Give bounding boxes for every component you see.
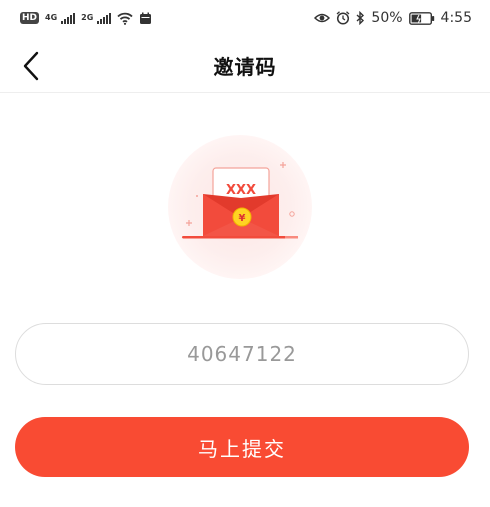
wifi-icon xyxy=(117,12,133,25)
coin-symbol: ¥ xyxy=(239,213,246,224)
invite-code-field[interactable] xyxy=(15,323,469,385)
red-envelope-illustration: XXX ¥ xyxy=(165,132,315,282)
envelope-text: XXX xyxy=(226,183,256,198)
alarm-icon xyxy=(336,11,350,25)
battery-percent: 50% xyxy=(371,10,403,26)
status-bar: HD 4G 2G 50% 4:55 xyxy=(0,0,490,36)
status-bar-right: 50% 4:55 xyxy=(314,10,472,26)
submit-button[interactable]: 马上提交 xyxy=(15,417,469,477)
clock: 4:55 xyxy=(440,10,472,26)
navigation-bar: 邀请码 xyxy=(0,36,490,93)
battery-icon xyxy=(408,11,434,25)
red-envelope-icon: XXX ¥ xyxy=(168,135,312,279)
sim2-network-label: 2G xyxy=(81,12,94,22)
signal-icon xyxy=(61,12,76,24)
invite-code-input[interactable] xyxy=(16,341,468,367)
sim1-network-label: 4G xyxy=(45,12,58,22)
eye-icon xyxy=(314,13,331,23)
calendar-icon xyxy=(140,12,152,24)
status-bar-left: HD 4G 2G xyxy=(20,12,152,25)
bluetooth-icon xyxy=(356,11,365,25)
signal-icon xyxy=(97,12,112,24)
hd-icon: HD xyxy=(20,12,40,24)
page-title: 邀请码 xyxy=(213,55,277,79)
